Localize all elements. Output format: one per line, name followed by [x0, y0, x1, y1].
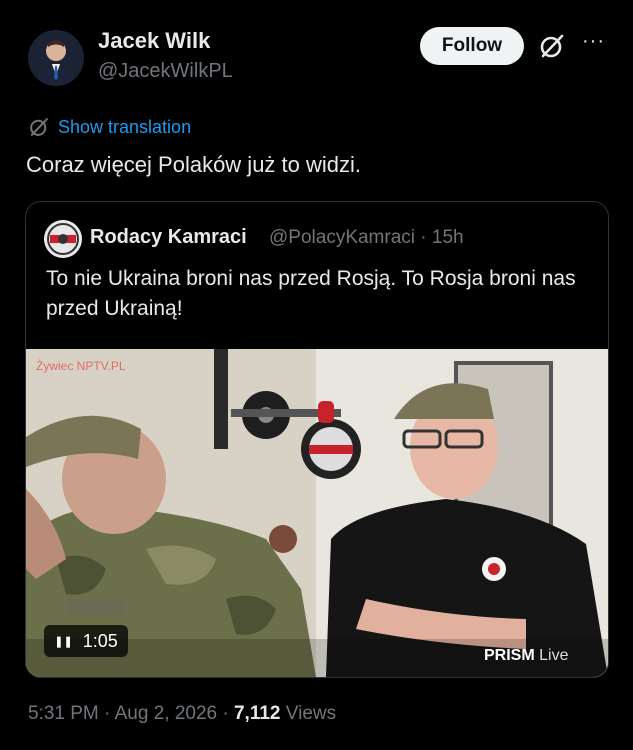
author-name[interactable]: Jacek Wilk: [98, 28, 210, 54]
author-avatar[interactable]: [28, 30, 84, 86]
quoted-separator: ·: [420, 227, 427, 248]
follow-button[interactable]: Follow: [420, 27, 524, 65]
quoted-name[interactable]: Rodacy Kamraci: [90, 226, 247, 249]
quoted-time[interactable]: 15h: [432, 227, 464, 248]
pause-icon[interactable]: ❚❚: [54, 635, 72, 648]
video-duration: 1:05: [82, 630, 118, 651]
tweet-text: Coraz więcej Polaków już to widzi.: [26, 152, 362, 177]
quoted-handle[interactable]: @PolacyKamraci: [269, 227, 415, 248]
footer-sep-1: ·: [104, 703, 111, 724]
grok-icon: [30, 118, 48, 136]
tweet-footer: 5:31 PM · Aug 2, 2026 · 7,112 Views: [28, 703, 336, 725]
footer-sep-2: ·: [222, 703, 229, 724]
prism-suffix: Live: [539, 647, 569, 664]
video-watermark: Żywiec NPTV.PL: [36, 359, 126, 373]
logo-icon: [44, 220, 82, 258]
post-time[interactable]: 5:31 PM: [28, 703, 99, 724]
profile-photo-icon: [28, 30, 84, 86]
show-translation-label[interactable]: Show translation: [58, 117, 191, 138]
views-count[interactable]: 7,112: [234, 703, 281, 724]
prism-live-logo: PRISM Live: [484, 647, 568, 665]
quoted-meta: @PolacyKamraci · 15h: [269, 227, 464, 249]
quoted-avatar[interactable]: [44, 220, 82, 258]
author-handle[interactable]: @JacekWilkPL: [98, 60, 233, 83]
video-player[interactable]: Żywiec NPTV.PL ❚❚ 1:05 PRISM Live: [26, 349, 608, 677]
quoted-tweet[interactable]: Rodacy Kamraci @PolacyKamraci · 15h To n…: [25, 201, 609, 678]
more-icon[interactable]: ···: [582, 30, 605, 53]
prism-brand: PRISM: [484, 647, 535, 664]
video-duration-badge[interactable]: ❚❚ 1:05: [44, 625, 128, 657]
grok-icon[interactable]: [538, 32, 566, 60]
post-date[interactable]: Aug 2, 2026: [115, 703, 217, 724]
show-translation[interactable]: Show translation: [28, 116, 191, 138]
views-label: Views: [285, 703, 337, 724]
quoted-text: To nie Ukraina broni nas przed Rosją. To…: [46, 267, 576, 320]
